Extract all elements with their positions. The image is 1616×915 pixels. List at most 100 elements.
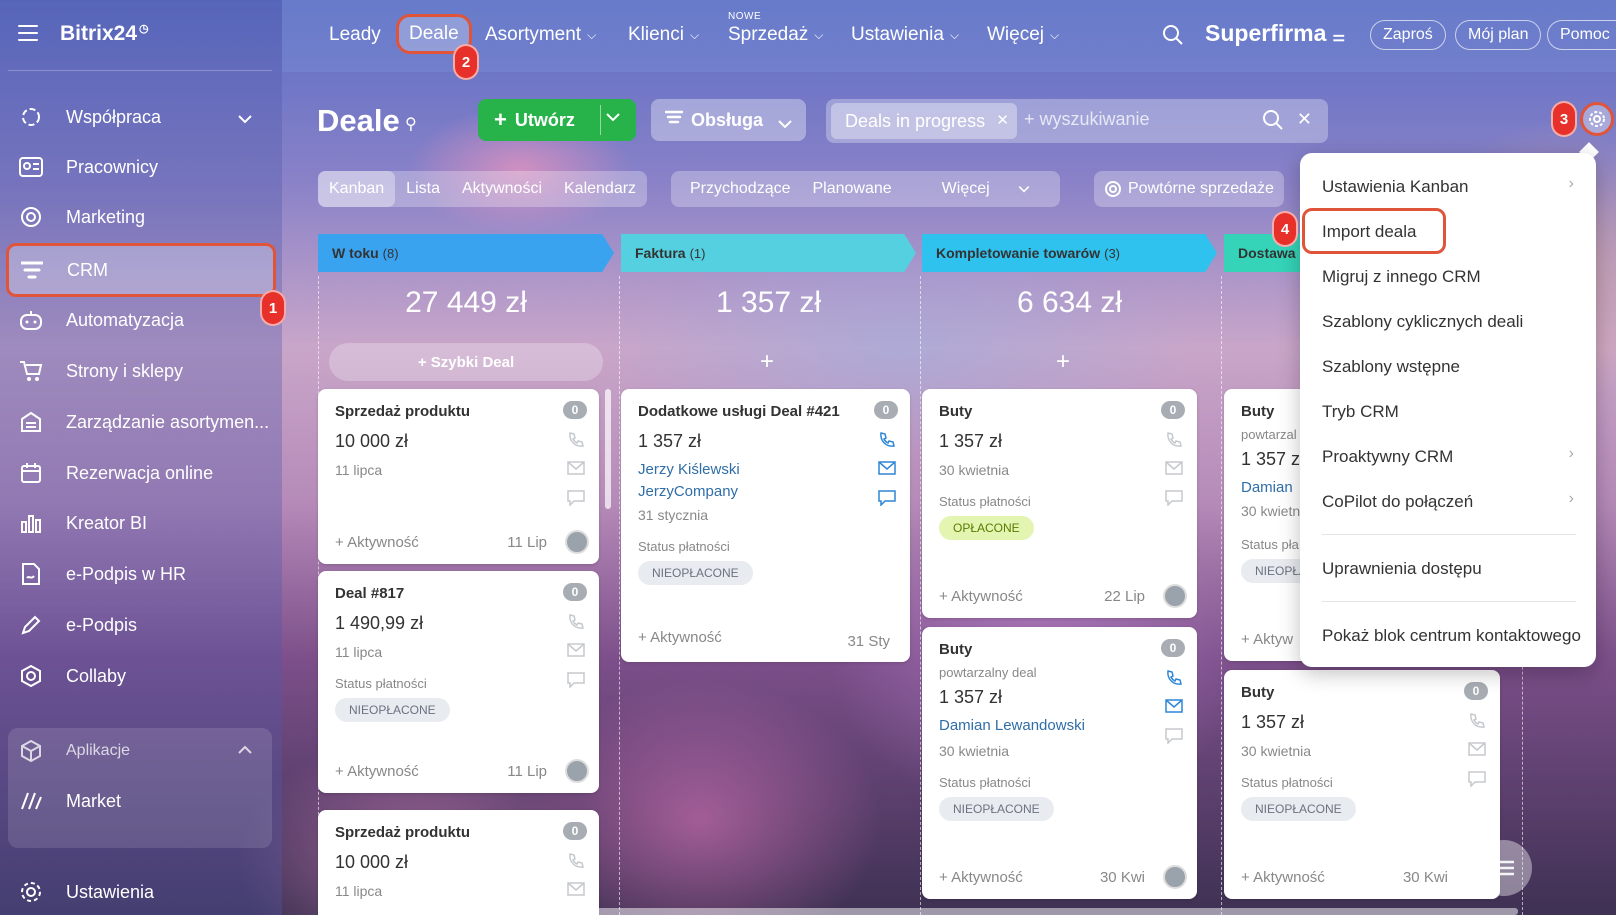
company-link[interactable]: JerzyCompany — [638, 483, 738, 500]
contact-link[interactable]: Jerzy Kiślewski — [638, 461, 740, 478]
column-header-w-toku[interactable]: W toku (8) — [318, 234, 614, 272]
help-button[interactable]: Pomoc — [1547, 20, 1616, 50]
deal-title[interactable]: Buty — [1241, 403, 1274, 420]
close-icon[interactable]: ✕ — [996, 111, 1009, 129]
deal-title[interactable]: Buty — [1241, 684, 1274, 701]
invite-button[interactable]: Zaproś — [1370, 20, 1446, 50]
contact-link[interactable]: Damian — [1241, 479, 1293, 496]
phone-icon[interactable] — [1165, 669, 1185, 687]
avatar[interactable] — [565, 530, 589, 554]
chat-icon[interactable] — [567, 672, 587, 690]
tab-planowane[interactable]: Planowane — [802, 171, 903, 207]
sidebar-item-kreator-bi[interactable]: Kreator BI — [8, 500, 272, 546]
menu-item-ustawienia-kanban[interactable]: Ustawienia Kanban — [1322, 177, 1468, 197]
menu-item-pokaz-blok[interactable]: Pokaż blok centrum kontaktowego — [1322, 626, 1581, 646]
deal-card[interactable]: Dodatkowe usługi Deal #421 0 1 357 zł Je… — [621, 389, 910, 662]
phone-icon[interactable] — [567, 613, 587, 631]
add-activity-link[interactable]: + Aktywność — [1241, 869, 1325, 886]
add-deal-plus-icon[interactable]: + — [1056, 348, 1070, 376]
deal-title[interactable]: Dodatkowe usługi Deal #421 — [638, 403, 840, 420]
mail-icon[interactable] — [1165, 699, 1185, 717]
topnav-sprzedaz[interactable]: Sprzedaż ⌵ — [728, 24, 823, 46]
deal-card[interactable]: Deal #817 0 1 490,99 zł 11 lipca Status … — [318, 571, 599, 793]
mail-icon[interactable] — [567, 882, 587, 900]
search-icon[interactable] — [1162, 24, 1184, 51]
filter-chip[interactable]: Deals in progress ✕ — [831, 103, 1017, 139]
tab-przychodzace[interactable]: Przychodzące — [679, 171, 802, 207]
phone-icon[interactable] — [1468, 712, 1488, 730]
sidebar-item-strony-i-sklepy[interactable]: Strony i sklepy — [8, 348, 272, 394]
deal-card[interactable]: Sprzedaż produktu 0 10 000 zł 11 lipca +… — [318, 389, 599, 564]
column-header-faktura[interactable]: Faktura (1) — [621, 234, 916, 272]
menu-icon[interactable] — [18, 25, 38, 41]
search-input[interactable]: + wyszukiwanie — [1024, 109, 1150, 130]
sidebar-item-marketing[interactable]: Marketing — [8, 194, 272, 240]
service-button[interactable]: Obsługa — [651, 99, 806, 141]
menu-item-szablony-cyklicznych[interactable]: Szablony cyklicznych deali — [1322, 312, 1523, 332]
status-badge[interactable]: NIEOPŁACONE — [1241, 797, 1356, 821]
create-button[interactable]: + Utwórz — [478, 99, 636, 141]
add-activity-link[interactable]: + Aktywność — [335, 534, 419, 551]
sidebar-item-collaby[interactable]: Collaby — [8, 653, 272, 699]
status-badge[interactable]: NIEOPŁACONE — [638, 561, 753, 585]
search-icon[interactable] — [1262, 109, 1284, 136]
avatar[interactable] — [1163, 865, 1187, 889]
add-deal-plus-icon[interactable]: + — [760, 348, 774, 376]
chevron-down-icon[interactable] — [606, 109, 620, 125]
deal-card[interactable]: Buty 0 powtarzalny deal 1 357 zł Damian … — [922, 627, 1197, 899]
chat-icon[interactable] — [1165, 728, 1185, 746]
add-activity-link[interactable]: + Aktywność — [939, 588, 1023, 605]
sidebar-item-rezerwacja-online[interactable]: Rezerwacja online — [8, 450, 272, 496]
phone-icon[interactable] — [1165, 431, 1185, 449]
sidebar-item-e-podpis-hr[interactable]: e-Podpis w HR — [8, 551, 272, 597]
view-lista[interactable]: Lista — [395, 171, 451, 207]
contact-link[interactable]: Damian Lewandowski — [939, 717, 1085, 734]
menu-item-migruj[interactable]: Migruj z innego CRM — [1322, 267, 1481, 287]
sidebar-item-pracownicy[interactable]: Pracownicy — [8, 144, 272, 190]
sidebar-item-e-podpis[interactable]: e-Podpis — [8, 602, 272, 648]
tab-wiecej[interactable]: Więcej — [903, 171, 1052, 207]
deal-title[interactable]: Buty — [939, 641, 972, 658]
menu-item-szablony-wstepne[interactable]: Szablony wstępne — [1322, 357, 1460, 377]
avatar[interactable] — [1163, 584, 1187, 608]
close-icon[interactable]: ✕ — [1297, 109, 1312, 130]
deal-card[interactable]: Buty 0 1 357 zł 30 kwietnia Status płatn… — [922, 389, 1197, 618]
deal-title[interactable]: Buty — [939, 403, 972, 420]
horizontal-scrollbar[interactable] — [318, 908, 1518, 915]
menu-item-import-deala[interactable]: Import deala — [1322, 222, 1417, 242]
view-kanban[interactable]: Kanban — [318, 171, 396, 207]
view-aktywnosci[interactable]: Aktywności — [451, 171, 553, 207]
view-kalendarz[interactable]: Kalendarz — [553, 171, 647, 207]
mail-icon[interactable] — [1165, 461, 1185, 479]
chat-widget-button[interactable] — [1476, 840, 1532, 896]
chat-icon[interactable] — [567, 490, 587, 508]
menu-item-copilot[interactable]: CoPilot do połączeń — [1322, 492, 1473, 512]
menu-item-uprawnienia[interactable]: Uprawnienia dostępu — [1322, 559, 1482, 579]
pin-icon[interactable]: ⚲ — [405, 114, 417, 134]
deal-title[interactable]: Sprzedaż produktu — [335, 403, 470, 420]
sidebar-item-automatyzacja[interactable]: Automatyzacja — [8, 297, 272, 343]
logo[interactable]: Bitrix24 ◷ — [60, 22, 149, 46]
topnav-wiecej[interactable]: Więcej ⌵ — [987, 24, 1059, 46]
my-plan-button[interactable]: Mój plan — [1455, 20, 1542, 50]
phone-icon[interactable] — [878, 431, 898, 449]
deal-card[interactable]: Sprzedaż produktu 0 10 000 zł 11 lipca — [318, 810, 599, 915]
menu-item-tryb-crm[interactable]: Tryb CRM — [1322, 402, 1399, 422]
repeat-sales-button[interactable]: Powtórne sprzedaże — [1094, 171, 1284, 207]
add-activity-link[interactable]: + Aktywność — [335, 763, 419, 780]
sidebar-item-aplikacje[interactable]: Aplikacje — [8, 728, 272, 774]
deal-title[interactable]: Deal #817 — [335, 585, 404, 602]
mail-icon[interactable] — [567, 643, 587, 661]
topnav-leady[interactable]: Leady — [329, 24, 381, 46]
topnav-ustawienia[interactable]: Ustawienia ⌵ — [851, 24, 959, 46]
phone-icon[interactable] — [567, 431, 587, 449]
mail-icon[interactable] — [878, 461, 898, 479]
search-filter-box[interactable]: Deals in progress ✕ + wyszukiwanie ✕ — [826, 99, 1328, 143]
status-badge[interactable]: NIEOPŁACONE — [335, 698, 450, 722]
add-activity-link[interactable]: + Aktywność — [939, 869, 1023, 886]
chat-icon[interactable] — [1468, 771, 1488, 789]
sidebar-item-market[interactable]: Market — [8, 778, 272, 824]
mail-icon[interactable] — [1468, 742, 1488, 760]
scrollbar[interactable] — [605, 389, 611, 509]
topnav-klienci[interactable]: Klienci ⌵ — [628, 24, 699, 46]
